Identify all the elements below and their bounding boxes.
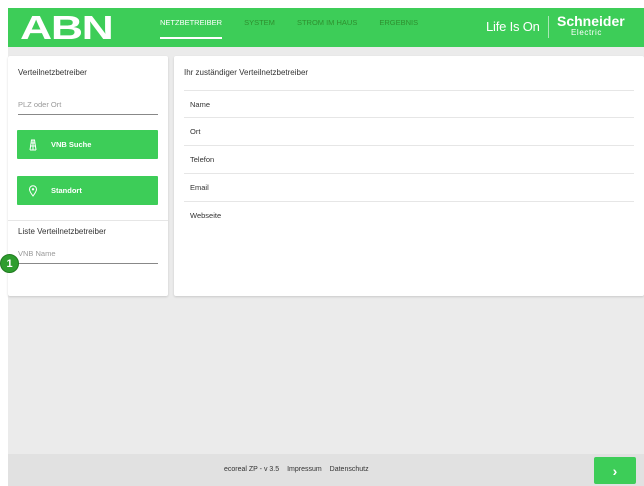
next-button[interactable]: › xyxy=(594,457,636,484)
power-pylon-icon xyxy=(27,139,39,151)
impressum-link[interactable]: Impressum xyxy=(287,466,322,473)
nav-strom-im-haus[interactable]: STROM IM HAUS xyxy=(297,8,357,47)
nav-system[interactable]: SYSTEM xyxy=(244,8,275,47)
vnb-name-input[interactable]: VNB Name xyxy=(18,249,158,264)
panel-divider xyxy=(8,220,168,221)
location-pin-icon xyxy=(27,184,39,197)
footer-bar: ecoreal ZP - v 3.5 Impressum Datenschutz… xyxy=(8,454,644,486)
vnb-details-panel: Ihr zuständiger Verteilnetzbetreiber Nam… xyxy=(174,56,644,296)
schneider-electric-logo: Schneider Electric xyxy=(557,14,625,37)
footer-links: ecoreal ZP - v 3.5 Impressum Datenschutz xyxy=(224,466,375,473)
datenschutz-link[interactable]: Datenschutz xyxy=(330,466,369,473)
field-name: Name xyxy=(184,90,634,118)
field-email: Email xyxy=(184,174,634,202)
chevron-right-icon: › xyxy=(612,462,618,479)
details-title: Ihr zuständiger Verteilnetzbetreiber xyxy=(184,68,309,77)
brand-subname: Electric xyxy=(571,28,603,37)
panel-title: Verteilnetzbetreiber xyxy=(18,68,87,77)
plz-input[interactable]: PLZ oder Ort xyxy=(18,100,158,115)
nav-ergebnis[interactable]: ERGEBNIS xyxy=(379,8,418,47)
field-webseite: Webseite xyxy=(190,211,222,220)
annotation-marker: 1 xyxy=(0,254,19,273)
vnb-search-label: VNB Suche xyxy=(51,140,92,149)
brand-name: Schneider xyxy=(557,13,625,29)
abn-logo: ABN xyxy=(20,9,114,46)
field-ort: Ort xyxy=(184,118,634,146)
window: ABN NETZBETREIBER SYSTEM STROM IM HAUS E… xyxy=(0,0,644,486)
location-button[interactable]: Standort xyxy=(17,176,158,205)
nav-netzbetreiber[interactable]: NETZBETREIBER xyxy=(160,8,223,47)
life-is-on-tagline: Life Is On xyxy=(486,19,540,34)
vnb-list-title: Liste Verteilnetzbetreiber xyxy=(18,227,107,236)
field-telefon: Telefon xyxy=(184,146,634,174)
header-bar: ABN NETZBETREIBER SYSTEM STROM IM HAUS E… xyxy=(8,8,644,47)
main-nav: NETZBETREIBER SYSTEM STROM IM HAUS ERGEB… xyxy=(160,8,440,47)
version-label: ecoreal ZP - v 3.5 xyxy=(224,466,280,473)
brand-divider xyxy=(548,16,549,38)
vnb-search-panel: Verteilnetzbetreiber PLZ oder Ort VNB Su… xyxy=(8,56,168,296)
vnb-search-button[interactable]: VNB Suche xyxy=(17,130,158,159)
app: ABN NETZBETREIBER SYSTEM STROM IM HAUS E… xyxy=(8,8,644,486)
location-label: Standort xyxy=(51,186,82,195)
